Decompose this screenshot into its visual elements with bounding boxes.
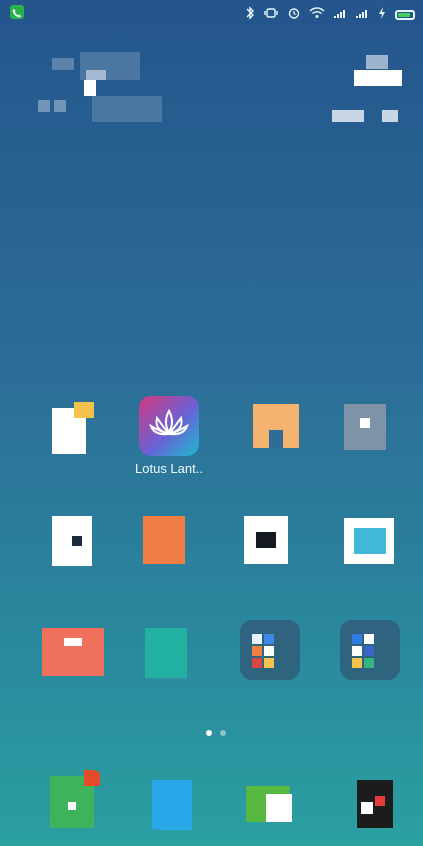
wifi-icon [309, 7, 325, 22]
lotus-icon [139, 396, 199, 456]
blurred-app-icon [44, 508, 104, 568]
folder-icon [340, 620, 400, 680]
page-indicator-dot-active [206, 730, 212, 736]
status-bar [0, 0, 423, 26]
blurred-app-icon [240, 508, 300, 568]
vibrate-icon [263, 7, 279, 22]
bluetooth-icon [245, 6, 255, 23]
signal-icon [333, 7, 347, 22]
folder-icon [240, 620, 300, 680]
blurred-app-icon [146, 770, 206, 830]
blurred-app-icon [251, 396, 311, 456]
phone-call-icon [10, 5, 24, 19]
blurred-app-icon [139, 620, 199, 680]
status-right-icons [245, 6, 415, 23]
page-indicator-dot [220, 730, 226, 736]
blurred-app-icon [340, 508, 400, 568]
blurred-app-icon [139, 508, 199, 568]
signal-icon [355, 7, 369, 22]
lotus-flower-icon [149, 408, 189, 436]
app-label-lotus-lantern: Lotus Lant.. [135, 461, 203, 476]
battery-icon [395, 9, 415, 20]
blurred-app-icon [44, 770, 104, 830]
blurred-app-icon [340, 396, 400, 456]
blurred-app-icon [347, 770, 407, 830]
blurred-app-icon [44, 396, 104, 456]
blurred-app-icon [240, 770, 300, 830]
alarm-icon [287, 6, 301, 23]
blurred-app-icon [38, 620, 108, 680]
charging-icon [377, 6, 387, 23]
